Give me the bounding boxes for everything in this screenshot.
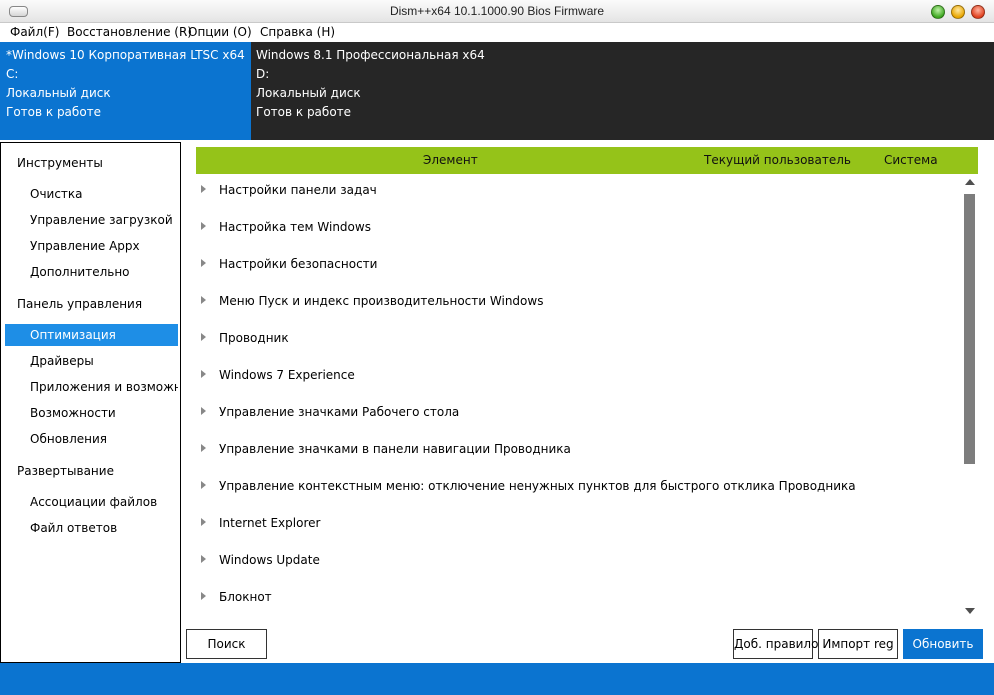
section-tools: Инструменты (17, 156, 103, 170)
list-item[interactable]: Блокнот (186, 581, 962, 618)
menu-bar: Файл(F) Восстановление (R) Опции (O) Спр… (0, 23, 994, 42)
column-header-element[interactable]: Элемент (423, 153, 478, 167)
list-item[interactable]: Управление контекстным меню: отключение … (186, 470, 962, 507)
sidebar-item-answer-file[interactable]: Файл ответов (5, 517, 178, 539)
vertical-scrollbar[interactable] (962, 174, 978, 619)
section-deployment: Развертывание (17, 464, 114, 478)
list-item[interactable]: Управление значками в панели навигации П… (186, 433, 962, 470)
scroll-up-arrow-icon[interactable] (965, 179, 975, 185)
list-item[interactable]: Настройки панели задач (186, 174, 962, 211)
drive-letter: D: (256, 67, 270, 81)
list-item-label: Управление значками Рабочего стола (219, 405, 460, 419)
sidebar-item-optimization[interactable]: Оптимизация (5, 324, 178, 346)
sidebar-item-drivers[interactable]: Драйверы (5, 350, 178, 372)
sidebar-item-appx[interactable]: Управление Appx (5, 235, 178, 257)
drive-letter: C: (6, 67, 19, 81)
expand-arrow-icon[interactable] (201, 259, 206, 267)
window-title: Dism++x64 10.1.1000.90 Bios Firmware (389, 4, 605, 18)
menu-file[interactable]: Файл(F) (10, 25, 59, 39)
list-item-label: Internet Explorer (219, 516, 321, 530)
list-item-label: Настройки панели задач (219, 183, 377, 197)
status-bar (0, 663, 994, 695)
expand-arrow-icon[interactable] (201, 333, 206, 341)
list-item-label: Windows 7 Experience (219, 368, 355, 382)
list-item[interactable]: Проводник (186, 322, 962, 359)
section-control-panel: Панель управления (17, 297, 143, 311)
expand-arrow-icon[interactable] (201, 370, 206, 378)
menu-options[interactable]: Опции (O) (188, 25, 252, 39)
sidebar-item-features[interactable]: Возможности (5, 402, 178, 424)
search-button[interactable]: Поиск (186, 629, 267, 659)
list-item[interactable]: Internet Explorer (186, 507, 962, 544)
add-rule-button[interactable]: Доб. правило (733, 629, 818, 659)
list-item[interactable]: Меню Пуск и индекс производительности Wi… (186, 285, 962, 322)
expand-arrow-icon[interactable] (201, 518, 206, 526)
menu-help[interactable]: Справка (H) (260, 25, 335, 39)
expand-arrow-icon[interactable] (201, 407, 206, 415)
sidebar-item-boot-manager[interactable]: Управление загрузкой (5, 209, 178, 231)
expand-arrow-icon[interactable] (201, 296, 206, 304)
list-item-label: Управление контекстным меню: отключение … (219, 479, 856, 493)
sidebar-item-advanced[interactable]: Дополнительно (5, 261, 178, 283)
list-item-label: Блокнот (219, 590, 272, 604)
expand-arrow-icon[interactable] (201, 444, 206, 452)
expand-arrow-icon[interactable] (201, 592, 206, 600)
expand-arrow-icon[interactable] (201, 222, 206, 230)
list-item[interactable]: Windows 7 Experience (186, 359, 962, 396)
drive-type: Локальный диск (6, 86, 111, 100)
menu-recovery[interactable]: Восстановление (R) (67, 25, 192, 39)
list-item[interactable]: Управление значками Рабочего стола (186, 396, 962, 433)
expand-arrow-icon[interactable] (201, 481, 206, 489)
close-button[interactable] (971, 5, 985, 19)
expand-arrow-icon[interactable] (201, 555, 206, 563)
sidebar-item-file-associations[interactable]: Ассоциации файлов (5, 491, 178, 513)
drive-type: Локальный диск (256, 86, 361, 100)
list-item-label: Управление значками в панели навигации П… (219, 442, 571, 456)
drive-panel-c[interactable]: *Windows 10 Корпоративная LTSC x64 C: Ло… (0, 42, 251, 140)
table-header: Элемент Текущий пользователь Система (196, 147, 978, 174)
list-item-label: Windows Update (219, 553, 320, 567)
drive-status: Готов к работе (256, 105, 352, 119)
sidebar: Инструменты Очистка Управление загрузкой… (0, 142, 181, 663)
list-item-label: Настройки безопасности (219, 257, 378, 271)
drive-status: Готов к работе (6, 105, 102, 119)
drive-panel-d[interactable]: Windows 8.1 Профессиональная x64 D: Лока… (251, 42, 994, 140)
minimize-button[interactable] (931, 5, 945, 19)
import-reg-button[interactable]: Импорт reg (818, 629, 898, 659)
drive-name: *Windows 10 Корпоративная LTSC x64 (6, 48, 245, 62)
column-header-current-user[interactable]: Текущий пользователь (704, 153, 851, 167)
list-item[interactable]: Настройка тем Windows (186, 211, 962, 248)
maximize-button[interactable] (951, 5, 965, 19)
title-bar: Dism++x64 10.1.1000.90 Bios Firmware (0, 0, 994, 23)
list-item-label: Меню Пуск и индекс производительности Wi… (219, 294, 544, 308)
list-item-label: Проводник (219, 331, 289, 345)
refresh-button[interactable]: Обновить (903, 629, 983, 659)
scrollbar-thumb[interactable] (964, 194, 975, 464)
sidebar-item-updates[interactable]: Обновления (5, 428, 178, 450)
column-header-system[interactable]: Система (884, 153, 938, 167)
sidebar-item-apps-features[interactable]: Приложения и возможнос (5, 376, 178, 398)
list-item-label: Настройка тем Windows (219, 220, 371, 234)
optimization-list: Настройки панели задач Настройка тем Win… (186, 174, 962, 619)
scroll-down-arrow-icon[interactable] (965, 608, 975, 614)
sidebar-item-cleanup[interactable]: Очистка (5, 183, 178, 205)
drive-name: Windows 8.1 Профессиональная x64 (256, 48, 485, 62)
list-item[interactable]: Windows Update (186, 544, 962, 581)
list-item[interactable]: Настройки безопасности (186, 248, 962, 285)
expand-arrow-icon[interactable] (201, 185, 206, 193)
